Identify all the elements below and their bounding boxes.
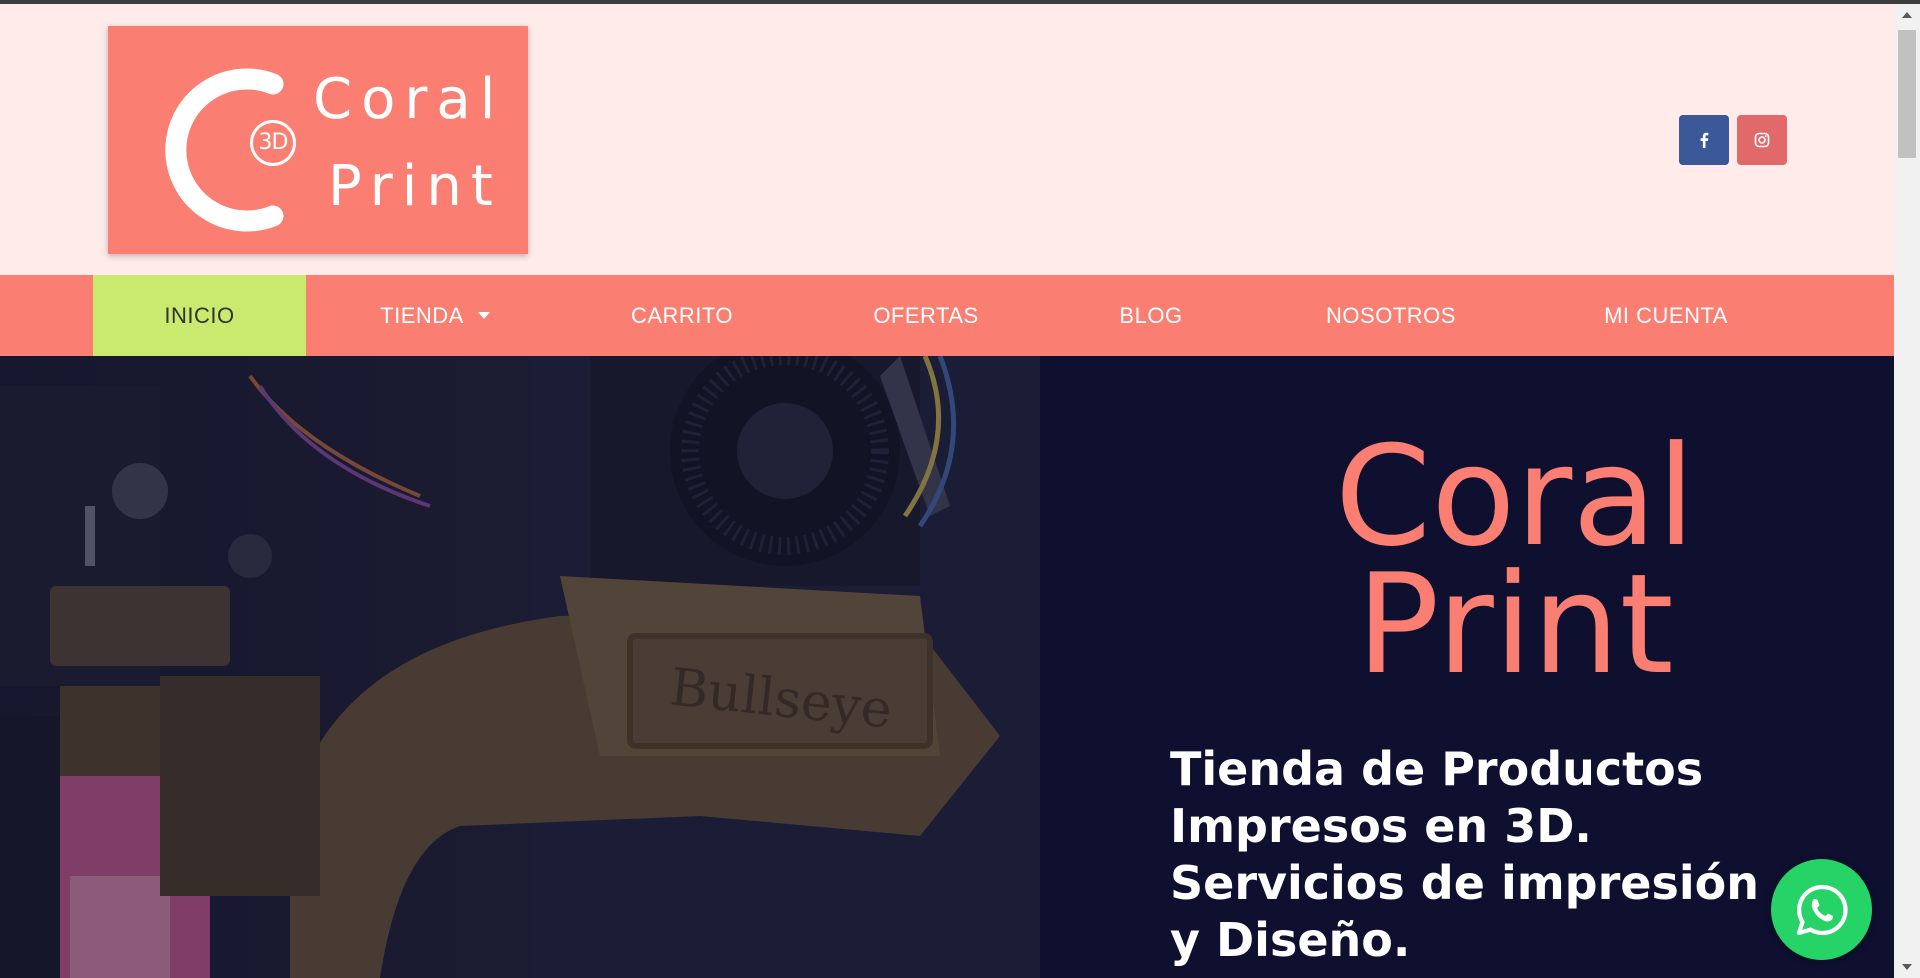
facebook-icon xyxy=(1700,132,1709,148)
nav-item-label: TIENDA xyxy=(380,302,464,328)
nav-item-ofertas[interactable]: OFERTAS xyxy=(826,275,1026,356)
site-header: 3D Coral Print xyxy=(0,4,1894,275)
logo-word-print: Print xyxy=(328,154,502,219)
nav-item-inicio[interactable]: INICIO xyxy=(93,275,306,356)
nav-item-mi-cuenta[interactable]: MI CUENTA xyxy=(1546,275,1786,356)
nav-item-nosotros[interactable]: NOSOTROS xyxy=(1281,275,1501,356)
logo-word-coral: Coral xyxy=(313,67,505,132)
nav-item-tienda[interactable]: TIENDA xyxy=(330,275,540,356)
page-scrollbar[interactable] xyxy=(1894,4,1920,978)
chevron-down-icon xyxy=(477,312,490,319)
page-viewport: 3D Coral Print INICIO TIENDA CARRITO OFE… xyxy=(0,4,1894,978)
instagram-icon xyxy=(1754,132,1770,148)
c-3d-logo-icon xyxy=(165,68,284,232)
nav-item-carrito[interactable]: CARRITO xyxy=(582,275,782,356)
nav-item-label: INICIO xyxy=(164,302,235,328)
scroll-up-arrow-icon[interactable] xyxy=(1902,12,1912,18)
nav-item-blog[interactable]: BLOG xyxy=(1071,275,1231,356)
nav-item-label: MI CUENTA xyxy=(1604,302,1728,328)
logo-3d-badge: 3D xyxy=(250,120,296,166)
scrollbar-thumb[interactable] xyxy=(1898,30,1916,158)
nav-item-label: NOSOTROS xyxy=(1326,302,1456,328)
facebook-button[interactable] xyxy=(1679,115,1729,165)
site-logo[interactable]: 3D Coral Print xyxy=(108,26,528,254)
nav-item-label: BLOG xyxy=(1119,302,1183,328)
instagram-button[interactable] xyxy=(1737,115,1787,165)
hero-printer-photo: Bullseye xyxy=(0,356,1040,978)
whatsapp-icon xyxy=(1796,884,1848,935)
nav-item-label: OFERTAS xyxy=(873,302,979,328)
scroll-down-arrow-icon[interactable] xyxy=(1902,964,1912,970)
hero-section: Bullseye Coral Print Tienda de Productos… xyxy=(0,356,1894,978)
whatsapp-button[interactable] xyxy=(1771,859,1872,960)
hero-title-print: Print xyxy=(1356,544,1674,705)
hero-subtitle: Tienda de Productos Impresos en 3D. Serv… xyxy=(1170,742,1759,967)
nav-item-label: CARRITO xyxy=(630,302,734,328)
main-navigation: INICIO TIENDA CARRITO OFERTAS BLOG NOSOT… xyxy=(0,275,1894,356)
